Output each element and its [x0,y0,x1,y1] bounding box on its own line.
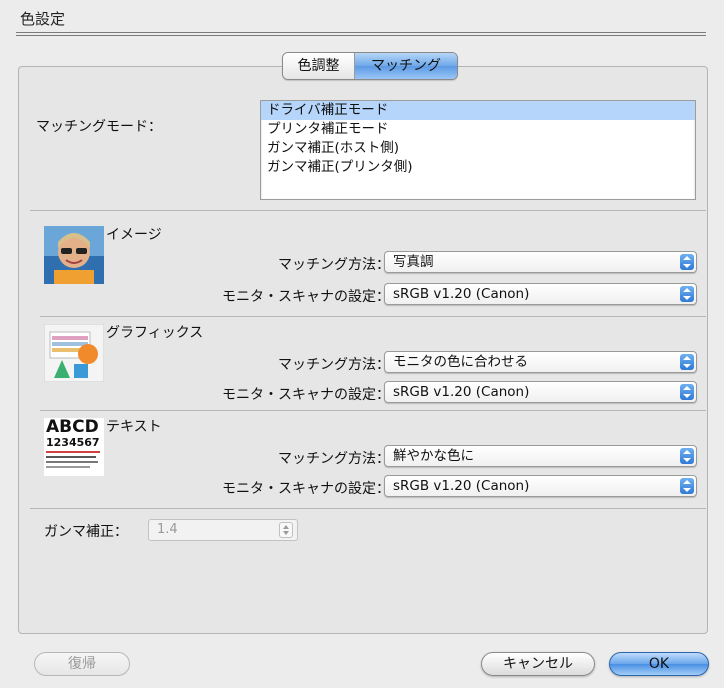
photo-child-icon [44,226,104,284]
ok-button[interactable]: OK [609,652,709,676]
restore-button[interactable]: 復帰 [34,652,130,676]
image-section: イメージ マッチング方法： 写真調 モニタ・スキャナの設定： sRGB v1.2… [30,222,706,312]
matching-method-label: マッチング方法： [278,357,390,373]
divider [40,410,706,411]
select-arrows-icon [680,448,694,464]
select-arrows-icon [680,384,694,400]
text-section: ABCD 1234567 テキスト マッチング方法： 鮮やかな色に モニタ・スキ… [30,414,706,504]
list-item[interactable]: プリンタ補正モード [261,120,695,139]
section-title: イメージ [106,227,162,243]
matching-mode-label: マッチングモード： [36,119,162,135]
title-divider [16,32,706,36]
tab-color-adjust[interactable]: 色調整 [283,53,355,79]
tab-bar: 色調整 マッチング [282,52,458,80]
graphics-chart-icon [43,323,105,383]
text-sample-icon: ABCD 1234567 [44,418,104,476]
matching-method-label: マッチング方法： [278,257,390,273]
cancel-button[interactable]: キャンセル [481,652,595,676]
gamma-label: ガンマ補正： [44,524,128,540]
stepper-arrows-icon[interactable] [279,522,293,538]
matching-mode-list[interactable]: ドライバ補正モード プリンタ補正モード ガンマ補正(ホスト側) ガンマ補正(プリ… [260,100,696,200]
monitor-scanner-label: モニタ・スキャナの設定： [222,481,390,497]
section-title: テキスト [106,419,162,435]
dialog-title: 色設定 [20,10,66,28]
divider [30,210,706,211]
monitor-scanner-select[interactable]: sRGB v1.20 (Canon) [384,475,697,497]
monitor-scanner-select[interactable]: sRGB v1.20 (Canon) [384,381,697,403]
matching-method-select[interactable]: 写真調 [384,251,697,273]
section-title: グラフィックス [106,325,204,341]
divider [30,508,706,509]
matching-method-select[interactable]: 鮮やかな色に [384,445,697,467]
list-item[interactable]: ガンマ補正(ホスト側) [261,139,695,158]
matching-method-label: マッチング方法： [278,451,390,467]
list-item[interactable]: ドライバ補正モード [261,101,695,120]
text-icon-line2: 1234567 [46,436,100,449]
select-arrows-icon [680,354,694,370]
monitor-scanner-label: モニタ・スキャナの設定： [222,289,390,305]
list-item[interactable]: ガンマ補正(プリンタ側) [261,158,695,177]
monitor-scanner-label: モニタ・スキャナの設定： [222,387,390,403]
select-arrows-icon [680,478,694,494]
divider [40,316,706,317]
monitor-scanner-select[interactable]: sRGB v1.20 (Canon) [384,283,697,305]
select-arrows-icon [680,286,694,302]
gamma-field[interactable]: 1.4 [148,519,298,541]
select-arrows-icon [680,254,694,270]
tab-matching[interactable]: マッチング [355,53,457,79]
matching-method-select[interactable]: モニタの色に合わせる [384,351,697,373]
graphics-section: グラフィックス マッチング方法： モニタの色に合わせる モニタ・スキャナの設定：… [30,320,706,410]
text-icon-line1: ABCD [46,417,99,437]
